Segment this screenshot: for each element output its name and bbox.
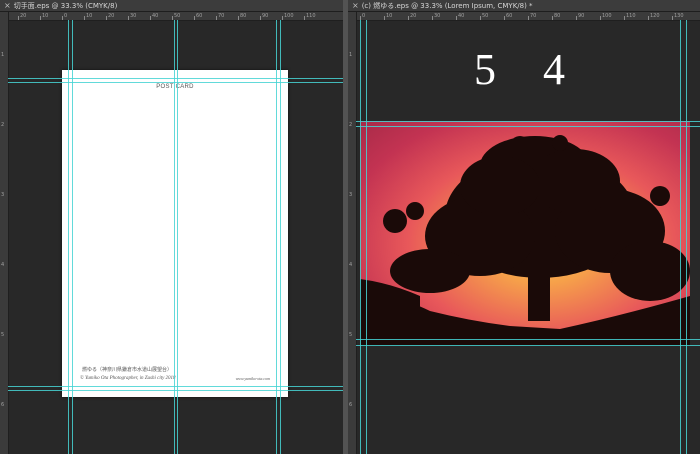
page-number: 5 4 [474,45,583,94]
postcard-title: POST CARD [156,84,194,90]
ruler-tick-label: 40 [455,13,465,20]
vertical-ruler[interactable]: 1 2 3 4 5 6 [348,12,357,454]
guide-line-vertical[interactable] [68,20,69,454]
guide-line-horizontal[interactable] [8,82,343,83]
ruler-tick-label: 1 [349,52,353,58]
close-icon[interactable]: × [4,1,11,10]
guide-line-horizontal[interactable] [8,78,343,79]
postcard-credit: © Yumiko Ota Photographer, in Zushi city… [80,376,176,381]
ruler-tick-label: 2 [349,122,353,128]
ruler-tick-label: 4 [349,262,353,268]
ruler-tick-label: 10 [383,13,393,20]
ruler-tick-label: 30 [127,13,137,20]
ruler-tick-label: 50 [171,13,181,20]
guide-line-horizontal[interactable] [8,390,343,391]
ruler-tick-label: 120 [648,13,660,20]
ruler-tick-label: 3 [349,192,353,198]
document-tab-right[interactable]: × (c) 燃ゆる.eps @ 33.3% (Lorem Ipsum, CMYK… [348,0,700,12]
ruler-tick-label: 6 [349,402,353,408]
guide-line-vertical[interactable] [686,20,687,454]
document-window-right[interactable]: × (c) 燃ゆる.eps @ 33.3% (Lorem Ipsum, CMYK… [348,0,700,454]
guide-line-horizontal[interactable] [356,339,700,340]
document-tab-title[interactable]: 切手面.eps @ 33.3% (CMYK/8) [14,2,118,10]
horizontal-ruler[interactable]: 20 10 0 10 20 30 40 50 60 70 80 90 100 1… [8,12,343,21]
ruler-tick-label: 100 [282,13,294,20]
ruler-tick-label: 3 [1,192,5,198]
ruler-tick-label: 1 [1,52,5,58]
ruler-tick-label: 10 [39,13,49,20]
ruler-tick-label: 6 [1,402,5,408]
guide-line-horizontal[interactable] [8,386,343,387]
guide-line-vertical[interactable] [280,20,281,454]
ruler-tick-label: 2 [1,122,5,128]
ruler-tick-label: 4 [1,262,5,268]
guide-line-vertical[interactable] [177,20,178,454]
postcard-artboard[interactable]: POST CARD 燃ゆる（神奈川県鎌倉市水道山展望台） © Yumiko Ot… [62,70,288,397]
postcard-website: www.yumiko-ota.com [235,376,270,381]
sunset-tree-photo[interactable] [360,121,690,346]
ruler-tick-label: 0 [61,13,68,20]
guide-line-horizontal[interactable] [356,121,700,122]
guide-line-vertical[interactable] [276,20,277,454]
ruler-tick-label: 50 [479,13,489,20]
document-window-left[interactable]: × 切手面.eps @ 33.3% (CMYK/8) 20 10 0 10 20… [0,0,343,454]
guide-line-vertical[interactable] [72,20,73,454]
ruler-tick-label: 60 [193,13,203,20]
tree-silhouette-icon [360,135,690,346]
ruler-tick-label: 80 [237,13,247,20]
guide-line-vertical[interactable] [680,20,681,454]
guide-line-vertical[interactable] [366,20,367,454]
ruler-tick-label: 40 [149,13,159,20]
ruler-tick-label: 5 [1,332,5,338]
ruler-tick-label: 20 [407,13,417,20]
ruler-tick-label: 30 [431,13,441,20]
ruler-tick-label: 20 [105,13,115,20]
guide-line-vertical[interactable] [360,20,361,454]
guide-line-horizontal[interactable] [356,345,700,346]
document-tab-title[interactable]: (c) 燃ゆる.eps @ 33.3% (Lorem Ipsum, CMYK/8… [362,2,533,10]
ruler-tick-label: 90 [575,13,585,20]
close-icon[interactable]: × [352,1,359,10]
ruler-tick-label: 70 [527,13,537,20]
guide-line-horizontal[interactable] [356,126,700,127]
ruler-tick-label: 130 [672,13,684,20]
guide-line-vertical[interactable] [174,20,175,454]
ruler-tick-label: 60 [503,13,513,20]
ruler-tick-label: 0 [359,13,366,20]
postcard-caption: 燃ゆる（神奈川県鎌倉市水道山展望台） [82,368,173,373]
ruler-tick-label: 100 [600,13,612,20]
horizontal-ruler[interactable]: 0 10 20 30 40 50 60 70 80 90 100 110 120… [356,12,700,21]
ruler-tick-label: 10 [83,13,93,20]
ruler-tick-label: 80 [551,13,561,20]
ruler-tick-label: 90 [259,13,269,20]
ruler-tick-label: 5 [349,332,353,338]
ruler-tick-label: 70 [215,13,225,20]
ruler-tick-label: 110 [304,13,316,20]
document-tab-left[interactable]: × 切手面.eps @ 33.3% (CMYK/8) [0,0,343,12]
ruler-tick-label: 20 [17,13,27,20]
ruler-tick-label: 110 [624,13,636,20]
